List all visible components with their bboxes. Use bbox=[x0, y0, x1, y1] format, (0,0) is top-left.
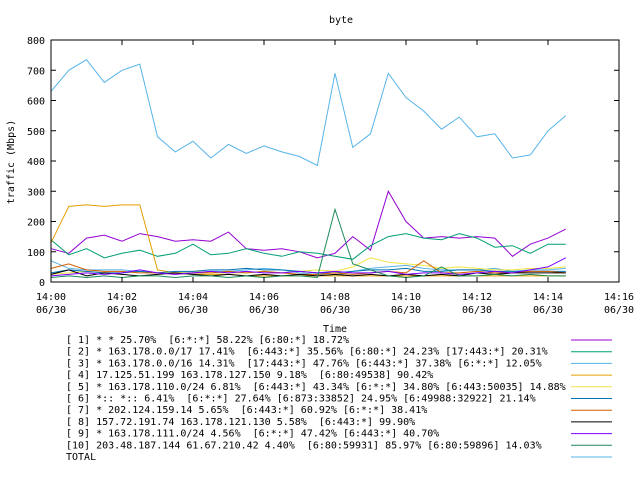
y-tick-label: 200 bbox=[27, 218, 45, 229]
x-tick-label-date: 06/30 bbox=[391, 305, 421, 316]
y-tick-label: 300 bbox=[27, 187, 45, 198]
series-line-1 bbox=[50, 190, 567, 259]
series-line-10 bbox=[50, 207, 566, 279]
legend-label-2: [ 2] * 163.178.0.0/17 17.41% [6:443:*] 3… bbox=[66, 347, 548, 358]
legend-label-3: [ 3] * 163.178.0.0/16 14.31% [17:443:*] … bbox=[66, 358, 542, 369]
x-tick-label-date: 06/30 bbox=[36, 305, 66, 316]
legend-label-9: [ 9] * 163.178.111.0/24 4.56% [6:*:*] 47… bbox=[66, 429, 439, 440]
x-tick-label-time: 14:00 bbox=[36, 292, 66, 303]
y-tick-label: 400 bbox=[27, 157, 45, 168]
traffic-chart: byte traffic (Mbps) Time 0 100 200 300 400 50… bbox=[6, 15, 634, 463]
y-axis-label: traffic (Mbps) bbox=[6, 120, 17, 204]
x-tick-label-date: 06/30 bbox=[249, 305, 279, 316]
x-tick-label-date: 06/30 bbox=[320, 305, 350, 316]
x-tick-label-time: 14:12 bbox=[462, 292, 492, 303]
x-tick-label-date: 06/30 bbox=[604, 305, 634, 316]
legend-label-11: TOTAL bbox=[66, 452, 96, 463]
x-tick-label-time: 14:08 bbox=[320, 292, 350, 303]
x-tick-label-time: 14:16 bbox=[604, 292, 634, 303]
plot-area bbox=[50, 59, 567, 279]
legend-label-7: [ 7] * 202.124.159.14 5.65% [6:443:*] 60… bbox=[66, 405, 427, 416]
legend-label-6: [ 6] *:: *:: 6.41% [6:*:*] 27.64% [6:873… bbox=[66, 394, 536, 405]
legend: [ 1] * * 25.70% [6:*:*] 58.22% [6:80:*] … bbox=[66, 335, 612, 463]
y-tick-label: 500 bbox=[27, 127, 45, 138]
y-tick-label: 600 bbox=[27, 97, 45, 108]
x-axis-label: Time bbox=[323, 324, 347, 335]
series-line-4 bbox=[50, 204, 566, 277]
x-tick-label-time: 14:10 bbox=[391, 292, 421, 303]
y-tick-label: 800 bbox=[27, 36, 45, 47]
x-tick-label-date: 06/30 bbox=[178, 305, 208, 316]
legend-label-8: [ 8] 157.72.191.74 163.178.121.130 5.58%… bbox=[66, 417, 415, 428]
legend-label-5: [ 5] * 163.178.110.0/24 6.81% [6:443:*] … bbox=[66, 382, 566, 393]
x-tick-label-time: 14:02 bbox=[107, 292, 137, 303]
series-line-11 bbox=[50, 59, 567, 167]
x-tick-label-date: 06/30 bbox=[462, 305, 492, 316]
x-tick-label-time: 14:06 bbox=[249, 292, 279, 303]
legend-label-10: [10] 203.48.187.144 61.67.210.42 4.40% [… bbox=[66, 440, 542, 451]
x-tick-label-date: 06/30 bbox=[107, 305, 137, 316]
x-tick-label-time: 14:04 bbox=[178, 292, 208, 303]
legend-label-4: [ 4] 17.125.51.199 163.178.127.150 9.18%… bbox=[66, 370, 433, 381]
x-tick-label-time: 14:14 bbox=[533, 292, 563, 303]
y-tick-label: 700 bbox=[27, 66, 45, 77]
y-tick-label: 0 bbox=[39, 278, 45, 289]
x-tick-label-date: 06/30 bbox=[533, 305, 563, 316]
plot-frame bbox=[50, 39, 620, 283]
chart-title: byte bbox=[329, 15, 353, 26]
legend-label-1: [ 1] * * 25.70% [6:*:*] 58.22% [6:80:*] … bbox=[66, 335, 349, 346]
y-tick-label: 100 bbox=[27, 248, 45, 259]
